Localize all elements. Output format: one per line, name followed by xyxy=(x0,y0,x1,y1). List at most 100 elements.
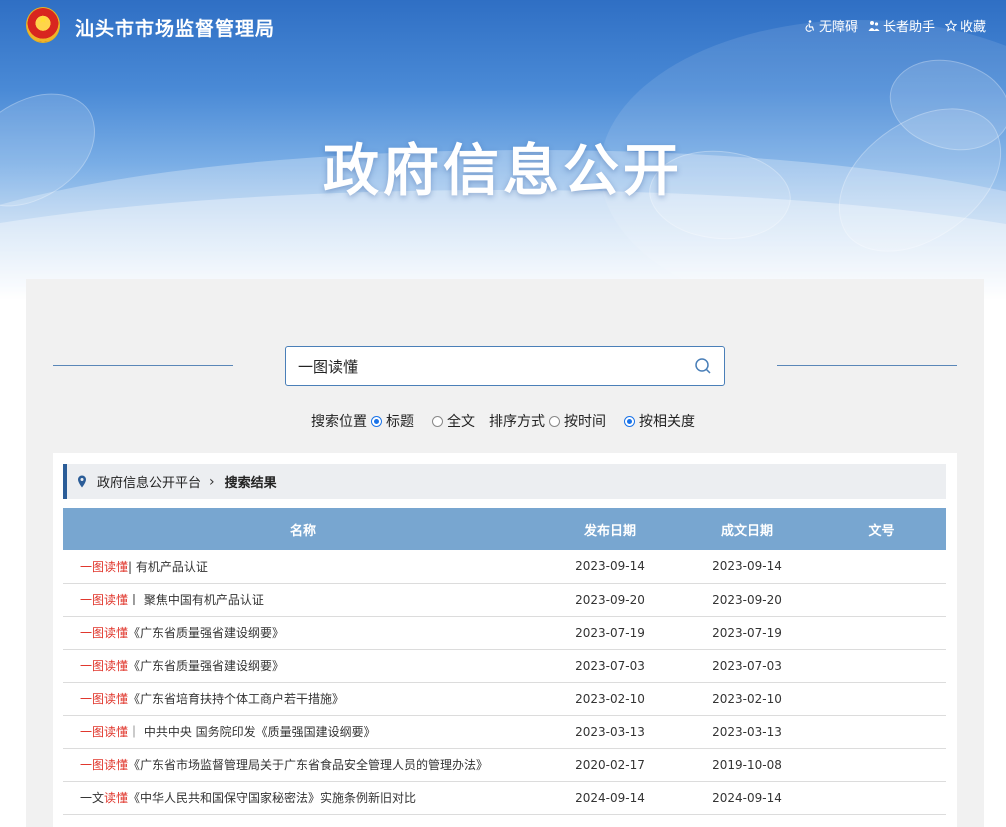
result-title-link[interactable]: 一图读懂《广东省质量强省建设纲要》 xyxy=(63,616,543,650)
written-date: 2019-10-08 xyxy=(677,748,817,782)
doc-number xyxy=(817,649,946,683)
title-rest: 《广东省市场监督管理局关于广东省食品安全管理人员的管理办法》 xyxy=(128,758,489,772)
favorite-label: 收藏 xyxy=(959,20,986,35)
star-icon xyxy=(944,19,957,32)
title-rest: ｜ 中共中央 国务院印发《质量强国建设纲要》 xyxy=(128,725,376,739)
doc-number xyxy=(817,550,946,584)
position-fulltext-radio[interactable]: 全文 xyxy=(428,411,475,431)
keyword-highlight: 一图读懂 xyxy=(80,725,129,739)
written-date: 2023-09-20 xyxy=(677,583,817,617)
header-published-date: 发布日期 xyxy=(543,508,677,550)
published-date: 2023-09-14 xyxy=(543,550,677,584)
breadcrumb-root[interactable]: 政府信息公开平台 xyxy=(97,472,201,491)
keyword-highlight: 读懂 xyxy=(104,791,129,805)
page-title: 政府信息公开 xyxy=(323,139,683,204)
keyword-highlight: 一图读懂 xyxy=(80,758,129,772)
national-emblem-icon: ★ xyxy=(26,7,60,43)
search-position-label: 搜索位置 xyxy=(311,414,367,430)
divider-right xyxy=(777,365,957,366)
table-row[interactable]: 一文读懂《中华人民共和国保守国家秘密法》实施条例新旧对比 2024-09-14 20… xyxy=(63,781,946,815)
position-title-radio[interactable]: 标题 xyxy=(367,411,414,431)
result-title-link[interactable]: 一图读懂| 有机产品认证 xyxy=(63,550,543,584)
written-date: 2024-09-14 xyxy=(677,781,817,815)
keyword-highlight: 一图读懂 xyxy=(80,593,129,607)
title-prefix: 一文 xyxy=(80,791,105,805)
elder-helper-link[interactable]: 长者助手 xyxy=(868,16,935,35)
main-panel: 搜索位置 标题 全文 排序方式 按时间 按相关度 政府信息公开平台 › 搜索结果 xyxy=(26,279,984,827)
written-date: 2023-09-14 xyxy=(677,550,817,584)
result-title-link[interactable]: 一图读懂｜ 中共中央 国务院印发《质量强国建设纲要》 xyxy=(63,715,543,749)
results-section: 政府信息公开平台 › 搜索结果 名称 发布日期 成文日期 文号 一图读懂| 有机… xyxy=(53,453,957,827)
sort-time-radio[interactable]: 按时间 xyxy=(545,411,606,431)
result-title-link[interactable]: 一图读懂丨 聚焦中国有机产品认证 xyxy=(63,583,543,617)
title-rest: 《广东省培育扶持个体工商户若干措施》 xyxy=(128,692,345,706)
published-date: 2023-07-19 xyxy=(543,616,677,650)
written-date: 2023-07-03 xyxy=(677,649,817,683)
title-rest: | 有机产品认证 xyxy=(128,559,208,574)
top-bar: ★ 汕头市市场监督管理局 无障碍 长者助手 收藏 xyxy=(0,0,1006,52)
title-rest: 《中华人民共和国保守国家秘密法》实施条例新旧对比 xyxy=(128,791,417,805)
breadcrumb: 政府信息公开平台 › 搜索结果 xyxy=(63,464,946,499)
accessibility-label: 无障碍 xyxy=(818,20,858,35)
published-date: 2023-09-20 xyxy=(543,583,677,617)
header-written-date: 成文日期 xyxy=(677,508,817,550)
top-links: 无障碍 长者助手 收藏 xyxy=(804,16,986,35)
table-row[interactable]: 一图读懂丨 聚焦中国有机产品认证 2023-09-20 2023-09-20 xyxy=(63,583,946,617)
doc-number xyxy=(817,781,946,815)
keyword-highlight: 一图读懂 xyxy=(80,559,129,574)
elder-helper-icon xyxy=(868,20,880,31)
search-box xyxy=(285,346,725,386)
written-date: 2023-02-10 xyxy=(677,682,817,716)
result-title-link[interactable]: 一图读懂《广东省质量强省建设纲要》 xyxy=(63,649,543,683)
search-input[interactable] xyxy=(298,357,694,375)
sort-relevance-label: 按相关度 xyxy=(639,414,695,430)
header-name: 名称 xyxy=(63,508,543,550)
results-table: 名称 发布日期 成文日期 文号 一图读懂| 有机产品认证 2023-09-14 20… xyxy=(63,508,946,815)
favorite-link[interactable]: 收藏 xyxy=(944,16,986,35)
table-row[interactable]: 一图读懂《广东省培育扶持个体工商户若干措施》 2023-02-10 2023-02-… xyxy=(63,682,946,716)
site-title[interactable]: 汕头市市场监督管理局 xyxy=(75,14,275,41)
position-fulltext-label: 全文 xyxy=(447,414,475,430)
wheelchair-icon xyxy=(805,19,815,32)
written-date: 2023-07-19 xyxy=(677,616,817,650)
table-row[interactable]: 一图读懂《广东省质量强省建设纲要》 2023-07-03 2023-07-03 xyxy=(63,649,946,683)
doc-number xyxy=(817,715,946,749)
elder-helper-label: 长者助手 xyxy=(882,20,935,35)
table-header-row: 名称 发布日期 成文日期 文号 xyxy=(63,508,946,550)
published-date: 2024-09-14 xyxy=(543,781,677,815)
radio-icon xyxy=(371,415,382,427)
divider-left xyxy=(53,365,233,366)
doc-number xyxy=(817,748,946,782)
radio-icon xyxy=(624,415,635,427)
title-rest: 《广东省质量强省建设纲要》 xyxy=(128,659,285,673)
location-pin-icon xyxy=(78,475,86,488)
keyword-highlight: 一图读懂 xyxy=(80,626,129,640)
sort-time-label: 按时间 xyxy=(564,414,606,430)
chevron-right-icon: › xyxy=(209,473,215,490)
title-rest: 《广东省质量强省建设纲要》 xyxy=(128,626,285,640)
published-date: 2020-02-17 xyxy=(543,748,677,782)
accessibility-link[interactable]: 无障碍 xyxy=(804,16,858,35)
written-date: 2023-03-13 xyxy=(677,715,817,749)
published-date: 2023-03-13 xyxy=(543,715,677,749)
keyword-highlight: 一图读懂 xyxy=(80,659,129,673)
radio-icon xyxy=(432,415,443,427)
table-row[interactable]: 一图读懂｜ 中共中央 国务院印发《质量强国建设纲要》 2023-03-13 2023… xyxy=(63,715,946,749)
published-date: 2023-07-03 xyxy=(543,649,677,683)
result-title-link[interactable]: 一文读懂《中华人民共和国保守国家秘密法》实施条例新旧对比 xyxy=(63,781,543,815)
result-title-link[interactable]: 一图读懂《广东省市场监督管理局关于广东省食品安全管理人员的管理办法》 xyxy=(63,748,543,782)
breadcrumb-current: 搜索结果 xyxy=(224,476,277,491)
result-title-link[interactable]: 一图读懂《广东省培育扶持个体工商户若干措施》 xyxy=(63,682,543,716)
search-icon[interactable] xyxy=(694,357,712,375)
radio-icon xyxy=(549,415,560,427)
sort-label: 排序方式 xyxy=(489,414,545,430)
keyword-highlight: 一图读懂 xyxy=(80,692,129,706)
table-row[interactable]: 一图读懂《广东省市场监督管理局关于广东省食品安全管理人员的管理办法》 2020-0… xyxy=(63,748,946,782)
doc-number xyxy=(817,616,946,650)
title-rest: 丨 聚焦中国有机产品认证 xyxy=(128,593,264,607)
table-row[interactable]: 一图读懂| 有机产品认证 2023-09-14 2023-09-14 xyxy=(63,550,946,584)
sort-relevance-radio[interactable]: 按相关度 xyxy=(620,411,695,431)
header-doc-number: 文号 xyxy=(817,508,946,550)
table-row[interactable]: 一图读懂《广东省质量强省建设纲要》 2023-07-19 2023-07-19 xyxy=(63,616,946,650)
published-date: 2023-02-10 xyxy=(543,682,677,716)
